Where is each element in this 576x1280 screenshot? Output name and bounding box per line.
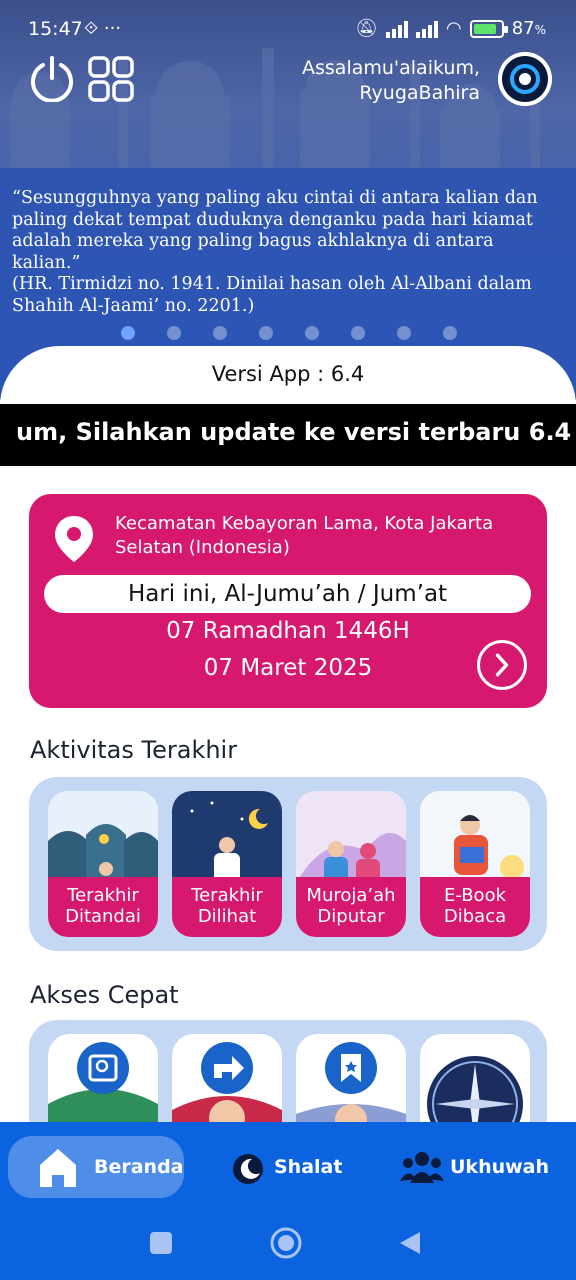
nav-label: Beranda xyxy=(94,1156,184,1178)
hadith-text: “Sesungguhnya yang paling aku cintai di … xyxy=(12,188,538,273)
avatar[interactable] xyxy=(498,52,552,106)
greeting: Assalamu'alaikum, RyugaBahira xyxy=(302,56,480,106)
carousel-dot[interactable] xyxy=(305,326,319,340)
greeting-username: RyugaBahira xyxy=(359,82,480,104)
status-time: 15:47 xyxy=(28,18,83,40)
carousel-dot[interactable] xyxy=(397,326,411,340)
wifi-icon: ◠ xyxy=(445,18,462,39)
activity-label: Terakhir Dilihat xyxy=(172,877,282,937)
battery-percent: 87% xyxy=(511,18,546,39)
gregorian-date: 07 Maret 2025 xyxy=(203,655,373,681)
carousel-dot[interactable] xyxy=(259,326,273,340)
signal-icon xyxy=(385,20,408,38)
home-icon xyxy=(40,1149,76,1187)
activities-title: Aktivitas Terakhir xyxy=(30,736,238,764)
carousel-dot[interactable] xyxy=(167,326,181,340)
status-right-icons: 🔕︎ ◠ 87% xyxy=(355,18,546,39)
chevron-right-icon[interactable] xyxy=(477,640,527,690)
quick-access-title: Akses Cepat xyxy=(30,981,179,1009)
activity-tile-ebook[interactable]: E-Book Dibaca xyxy=(420,791,530,937)
activity-label: Terakhir Ditandai xyxy=(48,877,158,937)
menu-grid-icon[interactable] xyxy=(88,56,134,102)
location-name: Kecamatan Kebayoran Lama, Kota Jakarta S… xyxy=(115,513,494,558)
power-icon[interactable] xyxy=(28,54,76,102)
back-icon[interactable] xyxy=(400,1232,420,1254)
app-version: Versi App : 6.4 xyxy=(211,362,365,386)
hijri-date: 07 Ramadhan 1446H xyxy=(166,618,410,644)
activity-tile-viewed[interactable]: Terakhir Dilihat xyxy=(172,791,282,937)
hadith-quote: “Sesungguhnya yang paling aku cintai di … xyxy=(12,188,564,317)
mosque-arch-illustration xyxy=(48,791,158,883)
signal-icon-2 xyxy=(415,20,438,38)
moon-icon xyxy=(233,1154,263,1184)
carousel-indicator xyxy=(0,326,576,340)
activities-panel: Terakhir Ditandai Terakhir Dilihat Muroja’… xyxy=(29,777,547,951)
mosque-skyline-illustration xyxy=(10,48,540,180)
reader-book-illustration xyxy=(420,791,530,883)
activity-label: E-Book Dibaca xyxy=(420,877,530,937)
mute-icon: 🔕︎ xyxy=(355,18,378,39)
nav-label: Ukhuwah xyxy=(450,1156,550,1178)
night-reading-illustration xyxy=(172,791,282,883)
update-marquee[interactable]: um, Silahkan update ke versi terbaru 6.4… xyxy=(0,404,576,466)
recents-icon[interactable] xyxy=(150,1232,172,1254)
notification-icons: ⟐ ··· xyxy=(84,18,122,39)
location-pin-icon xyxy=(55,516,93,562)
nav-shalat[interactable]: Shalat xyxy=(230,1136,360,1198)
activity-label: Muroja’ah Diputar xyxy=(296,877,406,937)
status-bar: 15:47 ⟐ ··· 🔕︎ ◠ 87% xyxy=(0,0,576,60)
location-date-card[interactable]: Kecamatan Kebayoran Lama, Kota Jakarta S… xyxy=(29,494,547,708)
activity-tile-murojaah[interactable]: Muroja’ah Diputar xyxy=(296,791,406,937)
greeting-salam: Assalamu'alaikum, xyxy=(302,57,480,79)
carousel-dot[interactable] xyxy=(121,326,135,340)
carousel-dot[interactable] xyxy=(213,326,227,340)
activity-tile-bookmarked[interactable]: Terakhir Ditandai xyxy=(48,791,158,937)
battery-icon xyxy=(469,19,508,38)
hadith-source: (HR. Tirmidzi no. 1941. Dinilai hasan ol… xyxy=(12,274,532,316)
people-icon xyxy=(400,1152,444,1183)
carousel-dot[interactable] xyxy=(351,326,365,340)
day-label: Hari ini, Al-Jumu’ah / Jum’at xyxy=(44,575,531,613)
marquee-text: um, Silahkan update ke versi terbaru 6.4… xyxy=(16,418,576,446)
home-circle-icon[interactable] xyxy=(270,1227,302,1259)
family-reading-illustration xyxy=(296,791,406,883)
carousel-dot[interactable] xyxy=(443,326,457,340)
nav-label: Shalat xyxy=(274,1156,343,1178)
nav-ukhuwah[interactable]: Ukhuwah xyxy=(400,1136,560,1198)
nav-beranda[interactable]: Beranda xyxy=(8,1136,184,1198)
system-navigation-bar xyxy=(150,1227,420,1259)
